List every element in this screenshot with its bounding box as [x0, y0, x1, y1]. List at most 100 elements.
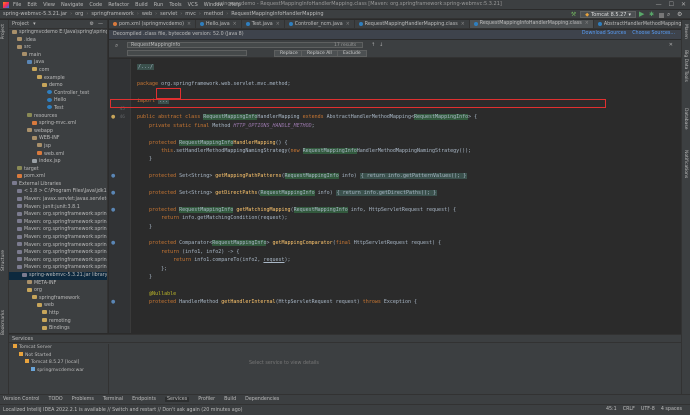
tree-item[interactable]: Maven: junit:junit:3.8.1 — [9, 204, 107, 212]
implement-icon[interactable]: ● — [111, 114, 115, 120]
tree-item[interactable]: example — [9, 75, 107, 83]
editor-tab[interactable]: Hello.java × — [196, 20, 242, 28]
tool-tab-bookmarks[interactable]: Bookmarks — [1, 310, 6, 335]
stop-icon[interactable] — [659, 12, 664, 18]
override-icon[interactable]: ● — [111, 173, 115, 179]
tree-item[interactable]: Maven: org.springframework:spring-jcl — [9, 249, 107, 257]
breadcrumb-item[interactable]: RequestMappingInfoHandlerMapping — [231, 11, 323, 17]
breadcrumb-item[interactable]: org — [75, 11, 83, 17]
minimize-icon[interactable]: — — [656, 1, 662, 8]
tree-item[interactable]: springmvcdemo E:\Java\spring\springmvcde… — [9, 29, 107, 37]
editor-tab[interactable]: AbstractHandlerMethodMapping.class× — [594, 20, 681, 28]
tree-item[interactable]: Controller_test — [9, 90, 107, 98]
tool-tab-notifications[interactable]: Notifications — [683, 150, 688, 178]
tree-item[interactable]: src — [9, 44, 107, 52]
tree-item[interactable]: .idea — [9, 37, 107, 45]
tool-tab-project[interactable]: Project — [1, 24, 6, 39]
menu-item-vcs[interactable]: VCS — [188, 2, 198, 8]
tree-item[interactable]: Maven: org.springframework:spring-contex… — [9, 226, 107, 234]
status-indicator[interactable]: 45:1 — [606, 407, 617, 412]
tool-window-todo[interactable]: TODO — [49, 397, 63, 402]
tree-item[interactable]: < 1.8 > C:\Program Files\Java\jdk1.8 — [9, 188, 107, 196]
chevron-down-icon[interactable]: ▾ — [33, 21, 36, 27]
code-line[interactable]: public abstract class RequestMappingInfo… — [137, 113, 477, 121]
code-line[interactable]: package org.springframework.web.servlet.… — [137, 80, 291, 88]
exclude-button[interactable]: Exclude — [337, 50, 367, 57]
editor-tab[interactable]: RequestMappingHandlerMapping.class × — [355, 20, 470, 28]
editor-tab[interactable]: Controller_ncm.java × — [285, 20, 355, 28]
menu-item-build[interactable]: Build — [135, 2, 148, 8]
close-icon[interactable]: × — [233, 22, 237, 27]
code-line[interactable]: protected RequestMappingInfoHandlerMappi… — [137, 139, 288, 147]
tree-item[interactable]: webapp — [9, 128, 107, 136]
close-icon[interactable]: × — [276, 22, 280, 27]
close-icon[interactable]: × — [585, 21, 589, 26]
tree-item[interactable]: resources — [9, 113, 107, 121]
tree-item[interactable]: main — [9, 52, 107, 60]
tree-item[interactable]: spring-webmvc-5.3.21.jar library root — [9, 272, 107, 280]
tree-item[interactable]: web — [9, 302, 107, 310]
tool-window-dependencies[interactable]: Dependencies — [245, 397, 279, 402]
settings-icon[interactable]: ⚙ — [677, 11, 684, 18]
tree-item[interactable]: Test — [9, 105, 107, 113]
tool-window-profiler[interactable]: Profiler — [198, 397, 215, 402]
close-icon[interactable]: × — [461, 22, 465, 27]
override-icon[interactable]: ● — [111, 190, 115, 196]
override-icon[interactable]: ● — [111, 207, 115, 213]
tree-item[interactable]: pom.xml — [9, 173, 107, 181]
breadcrumb-item[interactable]: mvc — [185, 11, 196, 17]
tree-item[interactable]: Maven: org.springframework:spring-expres… — [9, 242, 107, 250]
tree-item[interactable]: Maven: org.springframework:spring-web — [9, 257, 107, 265]
tree-item[interactable]: Maven: javax.servlet:javax.servlet-api — [9, 196, 107, 204]
service-tree-item[interactable]: Not Started — [9, 351, 108, 360]
code-line[interactable]: @Nullable — [137, 290, 176, 298]
project-panel-title[interactable]: Project — [12, 21, 29, 27]
tree-item[interactable]: demo — [9, 82, 107, 90]
search-icon[interactable]: ⌕ — [667, 11, 674, 18]
tree-item[interactable]: Maven: org.springframework:spring-aop — [9, 211, 107, 219]
hammer-icon[interactable]: ⚒ — [571, 11, 576, 18]
choose-sources-link[interactable]: Choose Sources... — [632, 31, 675, 36]
tool-window-services[interactable]: Services — [164, 397, 190, 402]
tree-item[interactable]: http — [9, 310, 107, 318]
code-line[interactable]: protected RequestMappingInfo getMatching… — [137, 206, 456, 214]
status-indicator[interactable]: CRLF — [623, 407, 635, 412]
menu-item-code[interactable]: Code — [89, 2, 102, 8]
tree-item[interactable]: spring-mvc.xml — [9, 120, 107, 128]
arrow-down-icon[interactable]: ↓ — [379, 42, 383, 48]
tree-item[interactable]: WEB-INF — [9, 135, 107, 143]
code-line[interactable]: }; — [137, 265, 167, 273]
tree-item[interactable]: target — [9, 166, 107, 174]
menu-item-navigate[interactable]: Navigate — [61, 2, 83, 8]
code-line[interactable]: return info1.compareTo(info2, request); — [137, 256, 290, 264]
breadcrumb-item[interactable]: servlet — [160, 11, 177, 17]
tool-window-build[interactable]: Build — [224, 397, 236, 402]
code-line[interactable]: protected Set<String> getDirectPaths(Req… — [137, 189, 438, 197]
tree-item[interactable]: External Libraries — [9, 181, 107, 189]
tree-item[interactable]: org — [9, 287, 107, 295]
tool-window-endpoints[interactable]: Endpoints — [132, 397, 156, 402]
maximize-icon[interactable]: ☐ — [669, 1, 674, 8]
code-line[interactable]: protected HandlerMethod getHandlerIntern… — [137, 298, 417, 306]
code-line[interactable]: /.../ — [137, 63, 155, 71]
gear-icon[interactable]: ⚙ — [90, 21, 94, 27]
code-line[interactable]: } — [137, 223, 152, 231]
tree-item[interactable]: Bindings — [9, 325, 107, 333]
menu-item-tools[interactable]: Tools — [169, 2, 181, 8]
tree-item[interactable]: java — [9, 59, 107, 67]
code-line[interactable]: } — [137, 155, 152, 163]
menu-item-edit[interactable]: Edit — [27, 2, 37, 8]
breadcrumb-item[interactable]: spring-webmvc-5.3.21.jar — [3, 11, 67, 17]
service-tree-item[interactable]: Tomcat 8.5.27 [local] — [9, 359, 108, 367]
tree-item[interactable]: com — [9, 67, 107, 75]
tree-item[interactable]: web.xml — [9, 151, 107, 159]
code-line[interactable]: protected Set<String> getMappingPathPatt… — [137, 172, 468, 180]
tool-window-problems[interactable]: Problems — [72, 397, 94, 402]
code-editor[interactable]: 45 46 ● ● ● ● ● ● /.../package org.springframew… — [109, 59, 681, 333]
tool-tab-big-data[interactable]: Big Data Tools — [683, 50, 688, 82]
breadcrumb-item[interactable]: web — [142, 11, 152, 17]
override-icon[interactable]: ● — [111, 240, 115, 246]
run-config-select[interactable]: ◆ Tomcat 8.5.27 ▾ — [580, 11, 636, 18]
status-indicator[interactable]: UTF-8 — [641, 407, 655, 412]
service-tree-item[interactable]: Tomcat Server — [9, 344, 108, 352]
